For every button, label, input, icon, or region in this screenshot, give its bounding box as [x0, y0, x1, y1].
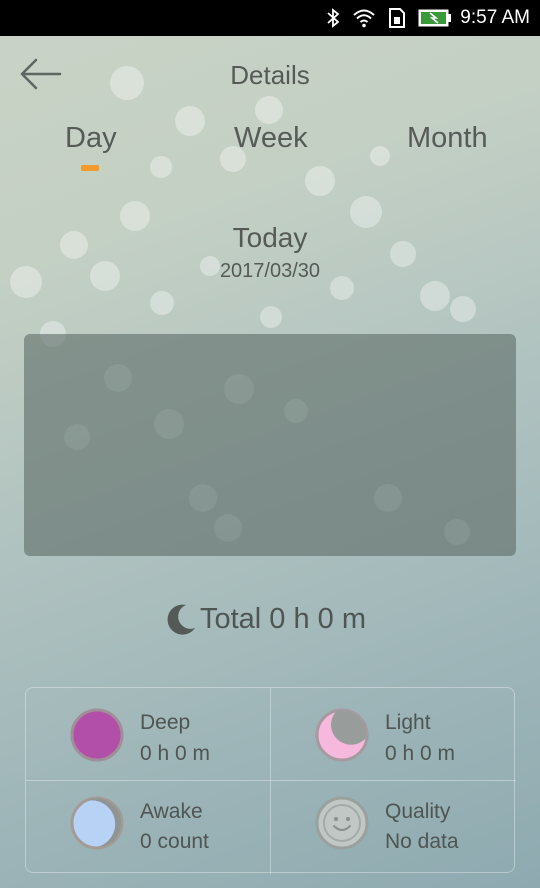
deep-sleep-icon [70, 708, 124, 762]
sleep-stats-grid: Deep 0 h 0 m Light 0 h 0 m Awake 0 count… [25, 687, 516, 874]
stat-light: Light 0 h 0 m [271, 688, 515, 780]
stat-label: Light [385, 711, 431, 734]
sleep-chart-panel [24, 334, 516, 556]
stat-label: Awake [140, 800, 203, 823]
period-tabs: Day Week Month [0, 120, 540, 180]
tab-week[interactable]: Week [234, 122, 308, 155]
smiley-icon [315, 796, 369, 850]
stat-label: Quality [385, 800, 451, 823]
crescent-moon-icon [167, 604, 195, 635]
date-label: Today [232, 222, 308, 253]
status-bar: 9:57 AM [0, 0, 540, 36]
status-time: 9:57 AM [460, 7, 530, 28]
date-header: Today 2017/03/30 [0, 222, 540, 283]
page-title: Details [230, 60, 310, 90]
battery-charging-icon [418, 9, 452, 27]
stat-awake: Awake 0 count [26, 781, 270, 873]
stat-value: 0 h 0 m [140, 742, 211, 765]
sim-icon [388, 8, 406, 28]
bluetooth-icon [326, 8, 340, 28]
header: Details [0, 36, 540, 116]
wifi-icon [352, 8, 376, 28]
total-summary: Total 0 h 0 m [0, 602, 540, 636]
date-value: 2017/03/30 [219, 260, 321, 282]
awake-icon [70, 796, 124, 850]
stat-quality: Quality No data [271, 781, 515, 873]
selected-tab-indicator [81, 165, 99, 171]
stat-deep: Deep 0 h 0 m [26, 688, 270, 780]
light-sleep-icon [315, 708, 369, 762]
stat-value: 0 h 0 m [385, 742, 456, 765]
tab-month[interactable]: Month [407, 122, 488, 155]
stat-value: No data [385, 830, 459, 853]
stat-label: Deep [140, 711, 191, 734]
stat-value: 0 count [140, 830, 209, 853]
tab-day[interactable]: Day [65, 122, 117, 155]
total-text: Total 0 h 0 m [199, 602, 367, 635]
